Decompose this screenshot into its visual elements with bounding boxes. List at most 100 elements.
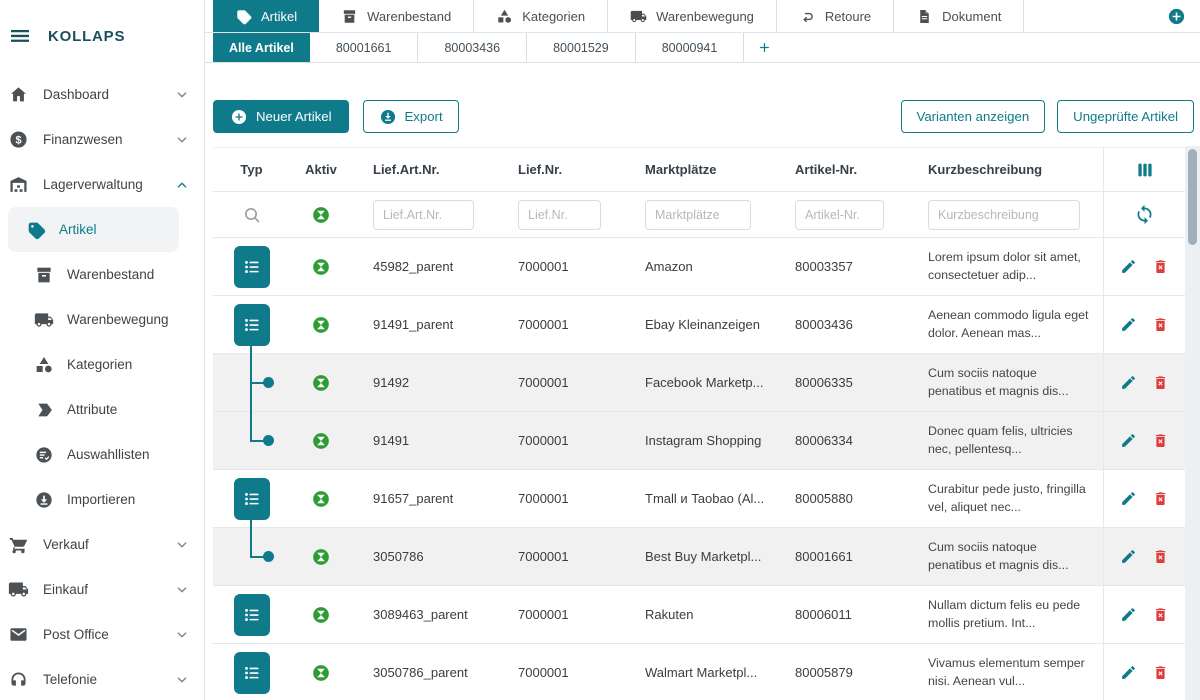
trash-icon [1152, 490, 1169, 507]
plus-circle-icon [1167, 7, 1186, 26]
delete-button[interactable] [1152, 316, 1170, 334]
add-article-tab-button[interactable] [744, 33, 784, 62]
subtab-article[interactable]: 80001529 [527, 33, 636, 62]
sidebar-item-warenbewegung[interactable]: Warenbewegung [8, 297, 179, 342]
table-row[interactable]: 45982_parent 7000001 Amazon 80003357 Lor… [213, 238, 1185, 296]
delete-button[interactable] [1152, 664, 1170, 682]
article-type-button[interactable] [234, 304, 270, 346]
cell-lief-nr: 7000001 [497, 470, 624, 527]
edit-button[interactable] [1120, 374, 1138, 392]
article-type-button[interactable] [234, 246, 270, 288]
sidebar-item-artikel[interactable]: Artikel [8, 207, 179, 252]
table-row[interactable]: 91492 7000001 Facebook Marketp... 800063… [213, 354, 1185, 412]
export-button[interactable]: Export [363, 100, 459, 133]
columns-icon[interactable] [1134, 159, 1156, 181]
sidebar-item-einkauf[interactable]: Einkauf [0, 567, 204, 612]
article-type-button[interactable] [234, 478, 270, 520]
lief-nr-filter-input[interactable] [518, 200, 601, 230]
table-row[interactable]: 91491 7000001 Instagram Shopping 8000633… [213, 412, 1185, 470]
subtab-article[interactable]: 80003436 [418, 33, 527, 62]
new-article-button[interactable]: Neuer Artikel [213, 100, 349, 133]
tab-dokument[interactable]: Dokument [894, 0, 1024, 32]
sidebar-item-kategorien[interactable]: Kategorien [8, 342, 179, 387]
tab-warenbestand[interactable]: Warenbestand [319, 0, 474, 32]
sidebar-nav: Dashboard Finanzwesen Lagerverwaltung Ar… [0, 72, 204, 700]
delete-button[interactable] [1152, 548, 1170, 566]
subtab-alle-artikel[interactable]: Alle Artikel [213, 33, 310, 62]
app-window: KOLLAPS Dashboard Finanzwesen Lagerverwa… [0, 0, 1200, 700]
pencil-icon [1120, 258, 1137, 275]
table-row[interactable]: 3050786 7000001 Best Buy Marketpl... 800… [213, 528, 1185, 586]
col-header-aktiv[interactable]: Aktiv [290, 148, 352, 191]
col-header-kurzbeschreibung[interactable]: Kurzbeschreibung [907, 148, 1103, 191]
sidebar-item-warenbestand[interactable]: Warenbestand [8, 252, 179, 297]
cell-lief-nr: 7000001 [497, 586, 624, 643]
col-header-typ[interactable]: Typ [213, 148, 290, 191]
edit-button[interactable] [1120, 316, 1138, 334]
active-status-icon[interactable] [311, 431, 331, 451]
hamburger-menu-icon[interactable] [8, 24, 32, 48]
sidebar-item-finanzwesen[interactable]: Finanzwesen [0, 117, 204, 162]
filter-typ [213, 192, 290, 237]
tab-warenbewegung[interactable]: Warenbewegung [608, 0, 777, 32]
unchecked-articles-button[interactable]: Ungeprüfte Artikel [1057, 100, 1194, 133]
table-row[interactable]: 91657_parent 7000001 Tmall и Taobao (Al.… [213, 470, 1185, 528]
scrollbar-thumb[interactable] [1188, 149, 1197, 245]
lief-art-nr-filter-input[interactable] [373, 200, 474, 230]
kurzbeschreibung-filter-input[interactable] [928, 200, 1080, 230]
show-variants-button[interactable]: Varianten anzeigen [901, 100, 1046, 133]
col-header-marktplaetze[interactable]: Marktplätze [624, 148, 774, 191]
sidebar-item-importieren[interactable]: Importieren [8, 477, 179, 522]
delete-button[interactable] [1152, 432, 1170, 450]
edit-button[interactable] [1120, 548, 1138, 566]
article-type-button[interactable] [234, 594, 270, 636]
sidebar-item-attribute[interactable]: Attribute [8, 387, 179, 432]
table-row[interactable]: 3050786_parent 7000001 Walmart Marketpl.… [213, 644, 1185, 700]
delete-button[interactable] [1152, 258, 1170, 276]
delete-button[interactable] [1152, 490, 1170, 508]
table-scrollbar[interactable] [1185, 146, 1200, 700]
add-tab-button[interactable] [1167, 7, 1186, 26]
tab-artikel[interactable]: Artikel [213, 0, 319, 32]
marktplaetze-filter-input[interactable] [645, 200, 751, 230]
tab-kategorien[interactable]: Kategorien [474, 0, 608, 32]
sidebar-item-post-office[interactable]: Post Office [0, 612, 204, 657]
active-status-icon[interactable] [311, 663, 331, 683]
delete-button[interactable] [1152, 374, 1170, 392]
active-status-icon[interactable] [311, 373, 331, 393]
active-status-icon[interactable] [311, 205, 331, 225]
active-status-icon[interactable] [311, 257, 331, 277]
sidebar-item-verkauf[interactable]: Verkauf [0, 522, 204, 567]
refresh-icon[interactable] [1134, 204, 1155, 225]
edit-button[interactable] [1120, 432, 1138, 450]
trash-icon [1152, 664, 1169, 681]
edit-button[interactable] [1120, 490, 1138, 508]
filter-lief-nr-cell [497, 192, 624, 237]
cell-marktplatz: Best Buy Marketpl... [624, 528, 774, 585]
active-status-icon[interactable] [311, 547, 331, 567]
delete-button[interactable] [1152, 606, 1170, 624]
col-header-lief-art-nr[interactable]: Lief.Art.Nr. [352, 148, 497, 191]
edit-button[interactable] [1120, 606, 1138, 624]
tab-retoure[interactable]: Retoure [777, 0, 894, 32]
sidebar-item-auswahllisten[interactable]: Auswahllisten [8, 432, 179, 477]
sidebar-item-dashboard[interactable]: Dashboard [0, 72, 204, 117]
subtab-article[interactable]: 80001661 [310, 33, 419, 62]
col-header-lief-nr[interactable]: Lief.Nr. [497, 148, 624, 191]
table-row[interactable]: 91491_parent 7000001 Ebay Kleinanzeigen … [213, 296, 1185, 354]
table-row[interactable]: 3089463_parent 7000001 Rakuten 80006011 … [213, 586, 1185, 644]
col-header-artikel-nr[interactable]: Artikel-Nr. [774, 148, 907, 191]
pencil-icon [1120, 490, 1137, 507]
subtab-article[interactable]: 80000941 [636, 33, 745, 62]
active-status-icon[interactable] [311, 605, 331, 625]
sidebar-item-telefonie[interactable]: Telefonie [0, 657, 204, 700]
active-status-icon[interactable] [311, 315, 331, 335]
edit-button[interactable] [1120, 258, 1138, 276]
sidebar-item-lagerverwaltung[interactable]: Lagerverwaltung [0, 162, 204, 207]
search-icon[interactable] [242, 205, 262, 225]
edit-button[interactable] [1120, 664, 1138, 682]
article-type-button[interactable] [234, 652, 270, 694]
artikel-nr-filter-input[interactable] [795, 200, 884, 230]
cell-artikel-nr: 80006335 [774, 354, 907, 411]
active-status-icon[interactable] [311, 489, 331, 509]
